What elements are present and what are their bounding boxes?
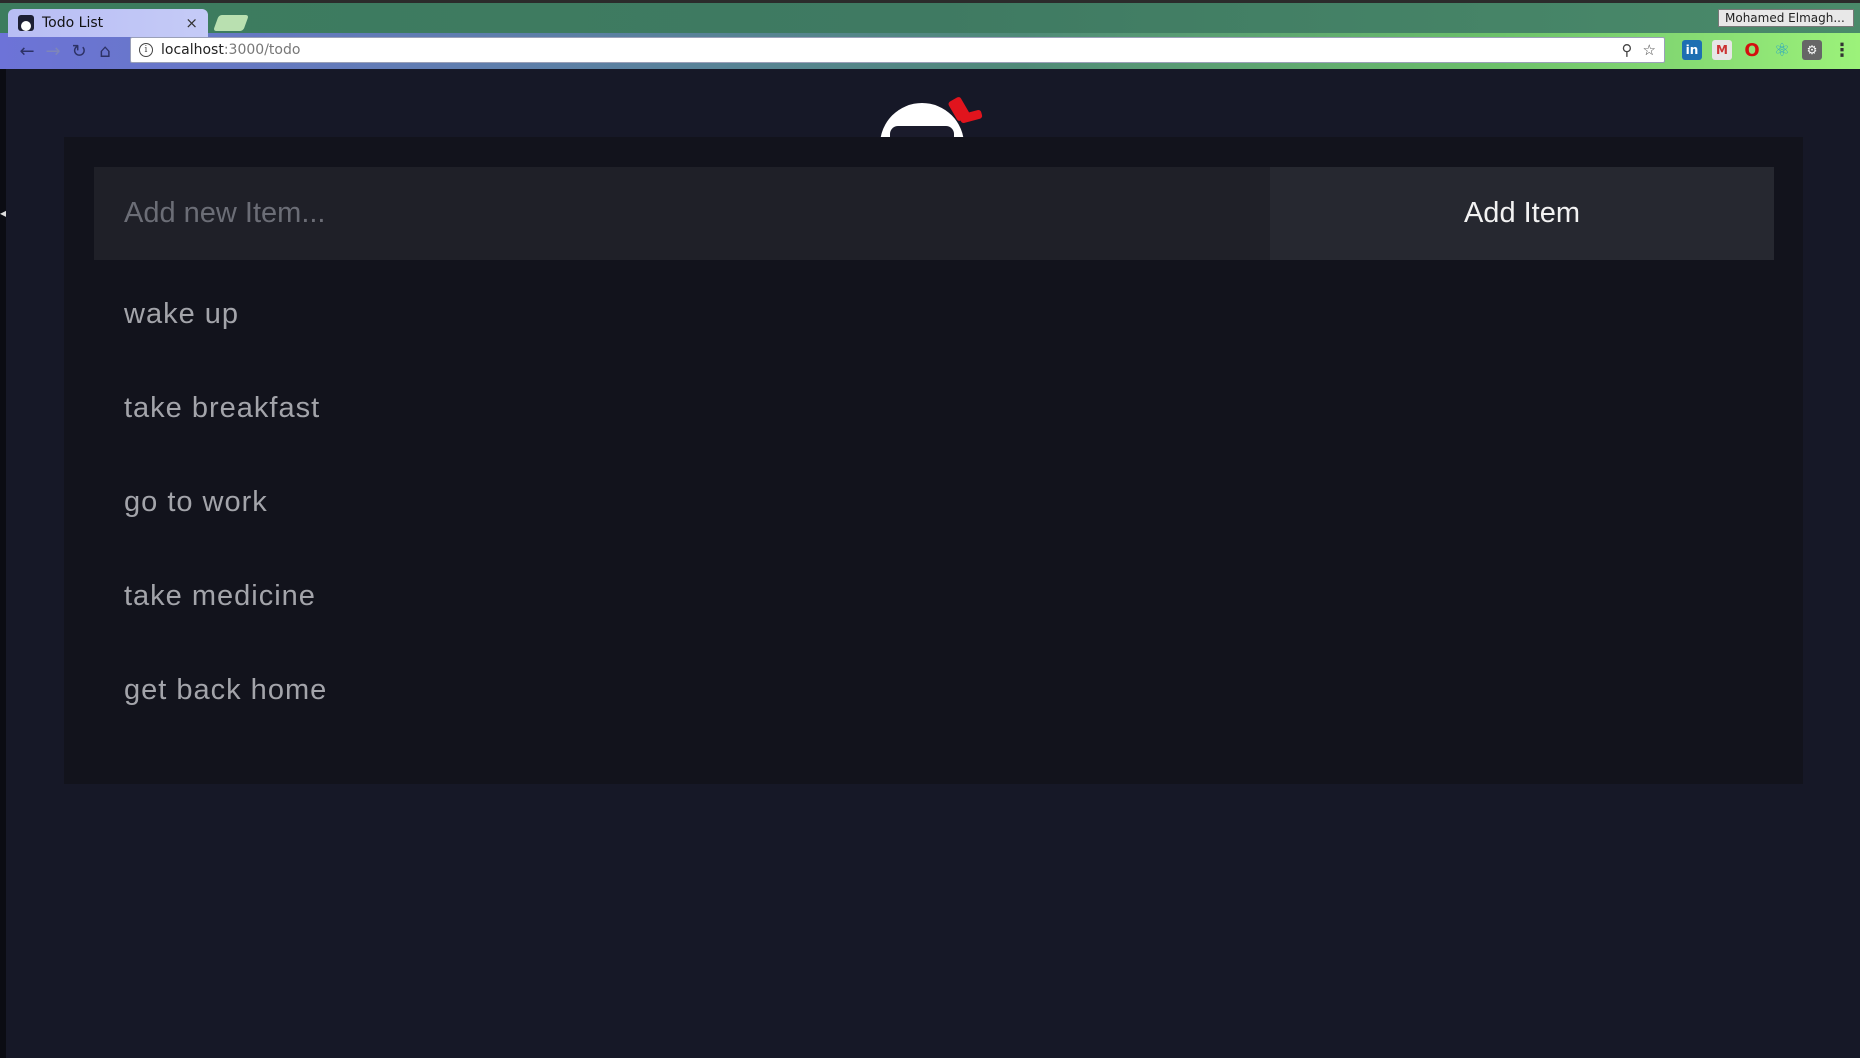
address-bar[interactable]: i localhost:3000/todo ⚲ ☆ <box>130 37 1665 63</box>
linkedin-icon[interactable]: in <box>1682 40 1702 60</box>
menu-icon[interactable]: ⋮ <box>1832 40 1852 61</box>
site-info-icon[interactable]: i <box>139 43 153 57</box>
home-icon[interactable]: ⌂ <box>92 38 118 64</box>
bookmark-star-icon[interactable]: ☆ <box>1643 41 1656 59</box>
todo-item[interactable]: take breakfast <box>124 391 327 485</box>
favicon-icon <box>18 15 34 31</box>
browser-chrome: Todo List × Mohamed Elmagh... ← → ↻ ⌂ i … <box>0 0 1860 69</box>
tab-strip: Todo List × Mohamed Elmagh... <box>0 0 1860 37</box>
logo-face <box>890 126 954 137</box>
tab-title: Todo List <box>42 15 104 31</box>
react-icon[interactable]: ⚛ <box>1772 40 1792 61</box>
back-icon[interactable]: ← <box>14 38 40 64</box>
opera-icon[interactable]: O <box>1742 40 1762 61</box>
add-item-button[interactable]: Add Item <box>1270 167 1774 260</box>
settings-extension-icon[interactable]: ⚙ <box>1802 40 1822 60</box>
todo-item[interactable]: take medicine <box>124 579 327 673</box>
profile-button[interactable]: Mohamed Elmagh... <box>1718 9 1854 27</box>
todo-item[interactable]: go to work <box>124 485 327 579</box>
browser-toolbar: ← → ↻ ⌂ i localhost:3000/todo ⚲ ☆ in M O… <box>0 33 1860 69</box>
close-tab-icon[interactable]: × <box>185 14 198 32</box>
new-tab-button[interactable] <box>213 15 249 31</box>
forward-icon[interactable]: → <box>40 38 66 64</box>
todo-item[interactable]: get back home <box>124 673 327 767</box>
add-item-form: Add Item <box>94 167 1774 260</box>
ninja-logo <box>880 92 990 137</box>
url-host: localhost <box>161 42 224 58</box>
todo-list: wake up take breakfast go to work take m… <box>124 297 327 767</box>
reload-icon[interactable]: ↻ <box>66 38 92 64</box>
todo-card: Add Item wake up take breakfast go to wo… <box>64 137 1803 784</box>
new-item-input[interactable] <box>94 167 1270 260</box>
extension-bar: in M O ⚛ ⚙ ⋮ <box>1682 40 1852 61</box>
url-path: :3000/todo <box>223 42 301 58</box>
todo-item[interactable]: wake up <box>124 297 327 391</box>
collapse-arrow-icon[interactable]: ◂ <box>0 206 6 220</box>
url-text: localhost:3000/todo <box>161 42 1612 58</box>
gmail-icon[interactable]: M <box>1712 40 1732 60</box>
zoom-icon[interactable]: ⚲ <box>1622 41 1633 59</box>
